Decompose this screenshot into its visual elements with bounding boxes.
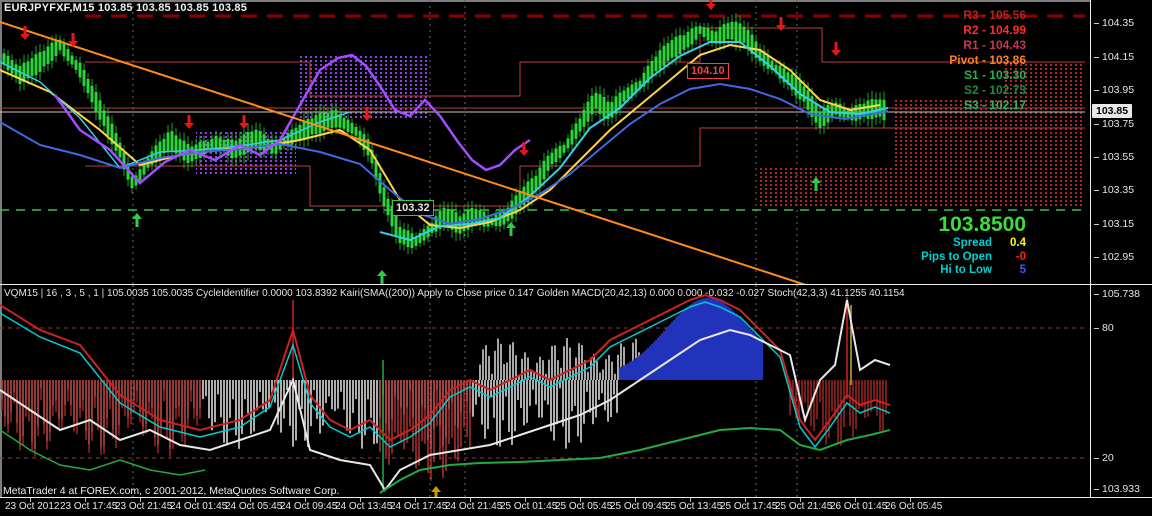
buy-signal-arrow-icon [377,270,387,276]
current-price-readout: 103.8500 [921,213,1026,237]
pivot-level-s2: S2 - 102.73 [949,83,1026,98]
sell-signal-arrow-icon [831,50,841,56]
time-axis-label: 24 Oct 01:45 [170,501,227,512]
buy-signal-arrow-icon [431,486,441,492]
red-cloud [760,168,892,206]
time-axis-label: 23 Oct 17:45 [60,501,117,512]
price-axis-label: 103.95 [1094,84,1134,96]
chart-title: EURJPYFXF,M15 103.85 103.85 103.85 103.8… [4,2,247,14]
copyright-text: MetaTrader 4 at FOREX.com, c 2001-2012, … [3,485,339,497]
info-row: Hi to Low5 [921,264,1026,278]
panel-separator-bottom [0,497,1152,498]
price-axis-label: 103.15 [1094,218,1134,230]
time-axis-label: 25 Oct 01:45 [500,501,557,512]
indicator-axis-label: 105.738 [1094,288,1140,300]
time-axis-label: 25 Oct 09:45 [610,501,667,512]
pivot-level-r3: R3 - 105.56 [949,8,1026,23]
price-axis-label: 103.35 [1094,184,1134,196]
price-axis-label: 104.15 [1094,51,1134,63]
pivot-levels: R3 - 105.56R2 - 104.99R1 - 104.43Pivot -… [949,8,1026,113]
indicator-header: VQM15 | 16 , 3 , 5 , 1 | 105.0035 105.00… [4,288,905,299]
info-row: Pips to Open-0 [921,251,1026,265]
channel-line [85,28,1085,96]
sell-signal-arrow-icon [20,34,30,40]
main-chart[interactable]: EURJPYFXF,M15 103.85 103.85 103.85 103.8… [0,0,1090,285]
pivot-level-pivot: Pivot - 103.86 [949,53,1026,68]
time-axis-label: 24 Oct 17:45 [390,501,447,512]
time-axis-label: 23 Oct 2012 [5,501,59,512]
chart-price-label: 103.32 [392,200,434,216]
pivot-level-s1: S1 - 103.30 [949,68,1026,83]
price-info-panel: 103.8500 Spread0.4Pips to Open-0Hi to Lo… [921,213,1026,278]
red-cloud [893,100,1085,207]
info-row: Spread0.4 [921,237,1026,251]
indicator-axis-label: 80 [1094,322,1114,334]
time-axis-label: 23 Oct 21:45 [115,501,172,512]
indicator-axis-label: 20 [1094,452,1114,464]
time-axis-label: 24 Oct 21:45 [445,501,502,512]
time-axis-label: 25 Oct 17:45 [720,501,777,512]
green-left [0,430,205,475]
pivot-level-r1: R1 - 104.43 [949,38,1026,53]
current-price-tag: 103.85 [1092,104,1132,118]
price-axis-label: 103.75 [1094,118,1134,130]
time-axis-label: 25 Oct 21:45 [775,501,832,512]
time-axis-label: 26 Oct 05:45 [885,501,942,512]
time-axis-label: 24 Oct 05:45 [225,501,282,512]
sell-signal-arrow-icon [519,150,529,156]
time-axis-label: 24 Oct 13:45 [335,501,392,512]
time-axis-label: 24 Oct 09:45 [280,501,337,512]
sell-signal-arrow-icon [706,4,716,10]
pivot-level-s3: S3 - 102.17 [949,98,1026,113]
price-axis[interactable]: 104.35 104.15 103.95 103.75 103.55 103.35 103.… [1090,0,1152,498]
sell-signal-arrow-icon [184,123,194,129]
indicator-panel[interactable] [0,285,1090,498]
time-axis-label: 26 Oct 01:45 [830,501,887,512]
time-axis-label: 25 Oct 05:45 [555,501,612,512]
price-axis-label: 104.35 [1094,17,1134,29]
chart-price-label: 104.10 [687,63,729,79]
indicator-axis-label: 103.933 [1094,483,1140,495]
price-axis-label: 102.95 [1094,251,1134,263]
ma-yellow [0,45,880,228]
time-axis[interactable]: 23 Oct 201223 Oct 17:4523 Oct 21:4524 Oc… [0,498,1152,516]
time-axis-label: 25 Oct 13:45 [665,501,722,512]
mt4-window: EURJPYFXF,M15 103.85 103.85 103.85 103.8… [0,0,1152,516]
price-axis-label: 103.55 [1094,151,1134,163]
pivot-level-r2: R2 - 104.99 [949,23,1026,38]
panel-separator[interactable] [0,284,1152,285]
